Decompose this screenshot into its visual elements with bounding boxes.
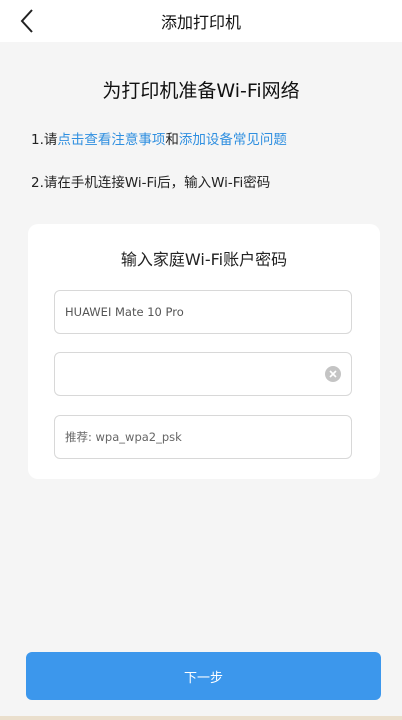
chevron-left-icon <box>20 9 33 33</box>
wifi-ssid-field[interactable] <box>54 290 352 334</box>
wifi-password-input[interactable] <box>65 367 325 381</box>
step-1-prefix: 1.请 <box>31 132 58 148</box>
wifi-prepare-heading: 为打印机准备Wi-Fi网络 <box>102 80 300 102</box>
wifi-password-field[interactable] <box>54 352 352 396</box>
encryption-hint-text: 推荐: wpa_wpa2_psk <box>65 430 182 444</box>
bottom-divider <box>0 716 402 720</box>
add-printer-screen: 添加打印机 为打印机准备Wi-Fi网络 1.请点击查看注意事项和添加设备常见问题… <box>0 0 402 720</box>
encryption-hint-field[interactable]: 推荐: wpa_wpa2_psk <box>54 415 352 459</box>
wifi-credentials-card: 输入家庭Wi-Fi账户密码 推荐: wpa_wpa2_psk <box>28 224 380 479</box>
top-navigation-bar: 添加打印机 <box>0 0 402 42</box>
card-title: 输入家庭Wi-Fi账户密码 <box>120 250 288 269</box>
page-title: 添加打印机 <box>160 13 241 32</box>
faq-link[interactable]: 添加设备常见问题 <box>179 132 287 148</box>
instruction-step-1: 1.请点击查看注意事项和添加设备常见问题 <box>31 128 287 148</box>
back-button[interactable] <box>12 4 42 38</box>
next-button[interactable]: 下一步 <box>26 652 381 700</box>
instruction-step-2: 2.请在手机连接Wi-Fi后，输入Wi-Fi密码 <box>31 175 271 191</box>
wifi-ssid-input[interactable] <box>65 305 341 319</box>
clear-circle-icon[interactable] <box>325 366 341 382</box>
step-1-connector: 和 <box>165 132 179 148</box>
notes-link[interactable]: 点击查看注意事项 <box>57 132 165 148</box>
